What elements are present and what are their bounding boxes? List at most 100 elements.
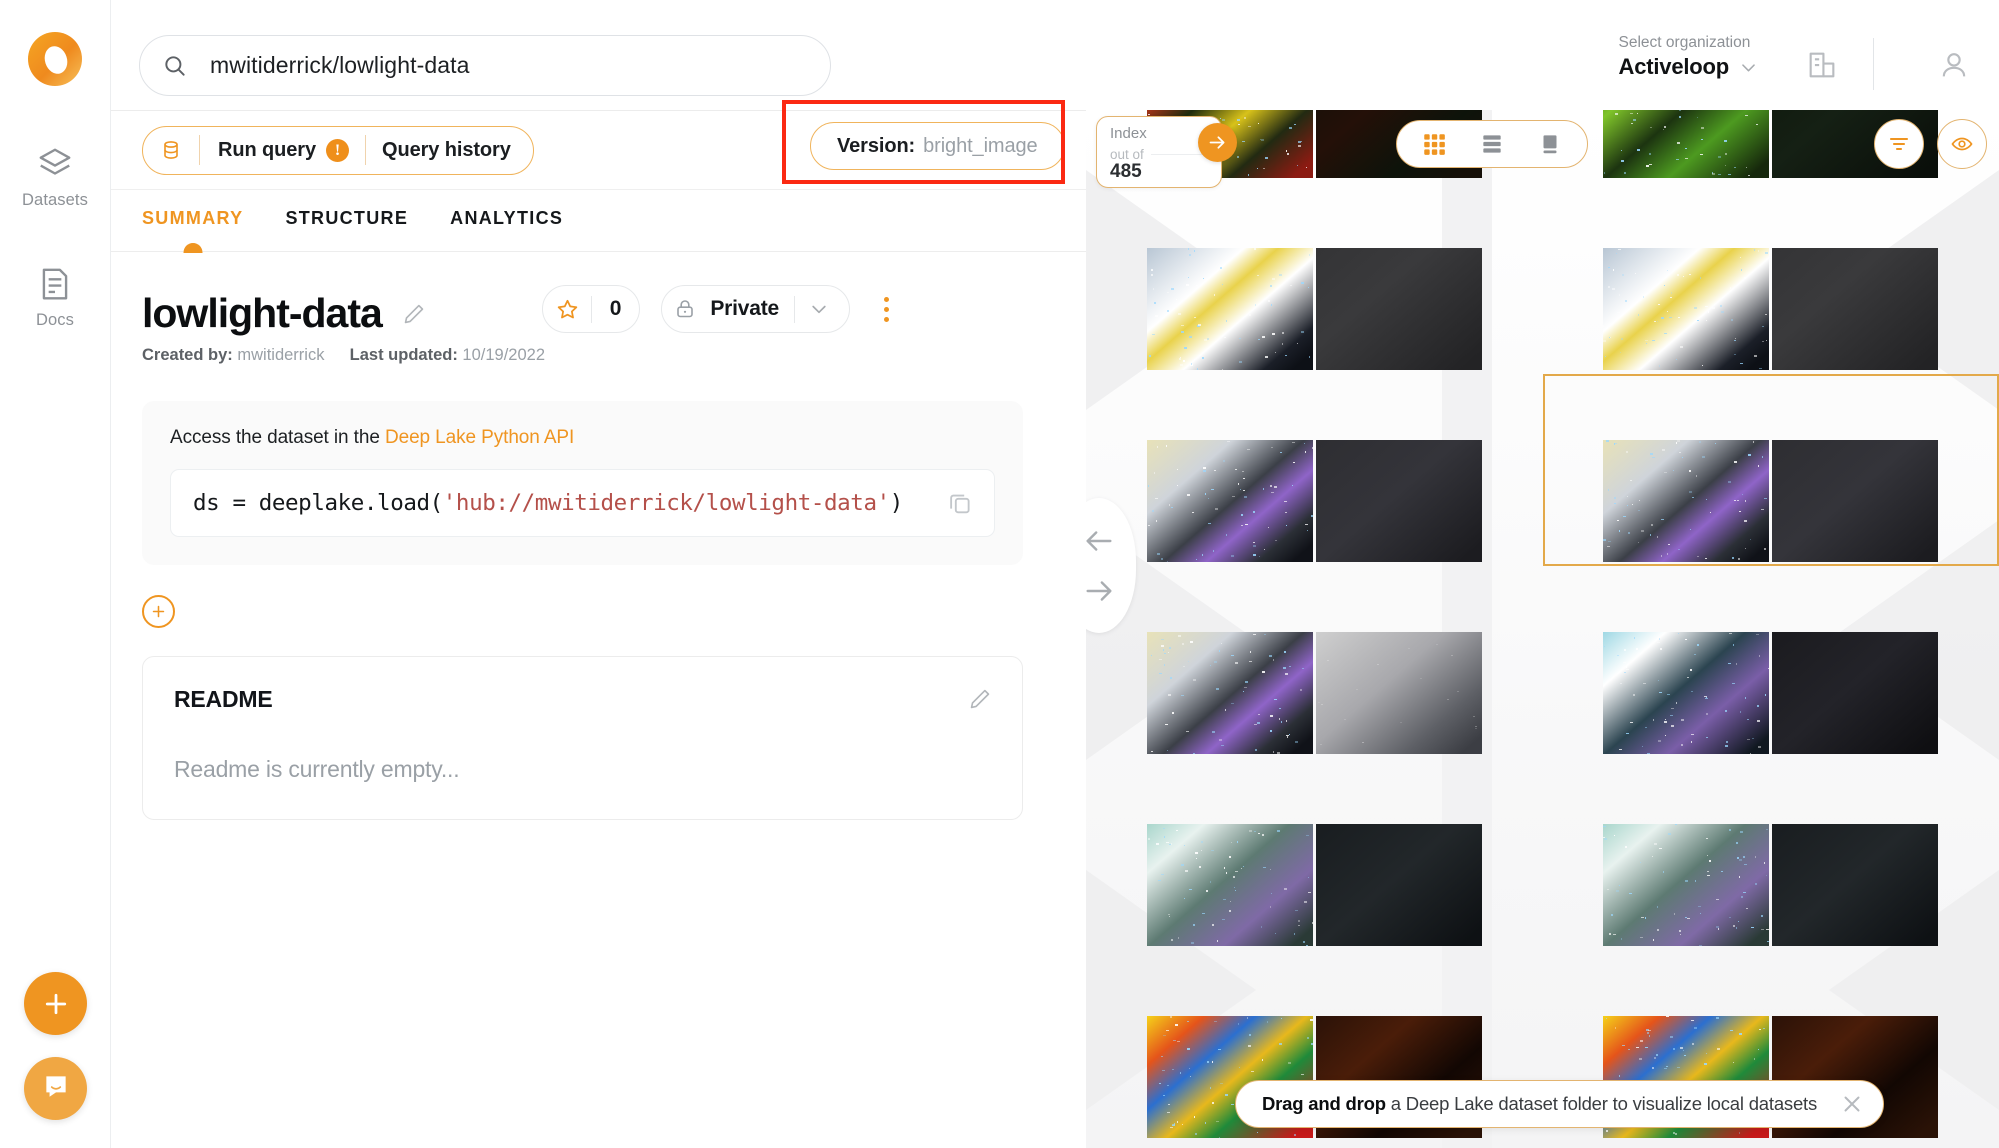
sample-cell[interactable]: View 1 View 2 (1086, 758, 1543, 950)
prev-page-arrow-left-icon[interactable] (1086, 524, 1116, 558)
index-badge[interactable]: Index out of 485 (1096, 116, 1222, 188)
dataset-meta: Created by: mwitiderrick Last updated: 1… (142, 346, 1086, 365)
sample-cell-inner: View 1 View 2 (1147, 440, 1482, 562)
tab-analytics[interactable]: ANALYTICS (450, 208, 563, 233)
close-icon[interactable] (1839, 1091, 1865, 1117)
sidebar-item-datasets[interactable]: Datasets (18, 145, 92, 209)
org-name: Activeloop (1619, 54, 1729, 80)
edit-readme-pencil-icon[interactable] (967, 686, 993, 712)
search-icon (162, 53, 188, 79)
code-string: 'hub://mwitiderrick/lowlight-data' (443, 490, 890, 516)
created-by-value: mwitiderrick (237, 346, 324, 364)
sample-thumbnail-right[interactable]: View 2 (1772, 440, 1938, 562)
code-prefix: ds = deeplake.load( (193, 490, 443, 516)
readme-card: README Readme is currently empty... (142, 656, 1023, 820)
edit-title-pencil-icon[interactable] (401, 301, 427, 327)
search-input[interactable]: mwitiderrick/lowlight-data (139, 35, 831, 96)
drag-drop-toast: Drag and drop a Deep Lake dataset folder… (1235, 1080, 1884, 1128)
sample-cell-inner: View 1 View 2 (1603, 824, 1938, 946)
version-value: bright_image (923, 135, 1037, 158)
sample-cell-inner: View 1 View 2 (1603, 632, 1938, 754)
user-avatar-icon[interactable] (1929, 40, 1979, 90)
sample-thumbnail-left[interactable]: View 1 (1603, 110, 1769, 178)
go-to-index-arrow-right-icon[interactable] (1198, 123, 1237, 162)
plus-circle-icon[interactable] (142, 595, 175, 628)
visibility-button[interactable]: Private (661, 285, 850, 333)
database-icon (143, 138, 199, 162)
query-toolbar: Run query ! Query history Version: brigh… (111, 111, 1086, 190)
star-count: 0 (592, 297, 640, 321)
sample-thumbnail-left[interactable]: View 1 (1603, 824, 1769, 946)
support-chat-button[interactable] (24, 1057, 87, 1120)
sample-cell[interactable]: View 1 View 2 (1086, 182, 1543, 374)
sample-thumbnail-right[interactable]: View 2 (1316, 824, 1482, 946)
left-sidebar: Datasets Docs (0, 0, 111, 1148)
sample-cell[interactable]: View 1 View 2 (1543, 374, 1999, 566)
chevron-down-icon[interactable] (795, 299, 843, 319)
query-pill[interactable]: Run query ! Query history (142, 126, 534, 175)
run-query-label: Run query (218, 139, 316, 162)
star-icon (543, 297, 591, 322)
single-panel-icon[interactable] (1535, 129, 1565, 159)
query-history-button[interactable]: Query history (366, 139, 533, 162)
top-header: mwitiderrick/lowlight-data Select organi… (111, 0, 1999, 110)
sample-cell[interactable]: View 1 View 2 (1543, 566, 1999, 758)
sample-cell[interactable]: View 1 View 2 (1543, 110, 1999, 182)
dataset-panel: Run query ! Query history Version: brigh… (111, 110, 1086, 1148)
sample-thumbnail-left[interactable]: View 1 (1603, 440, 1769, 562)
org-selector-label: Select organization (1619, 33, 1758, 52)
sidebar-item-label: Datasets (22, 192, 88, 209)
filter-icon[interactable] (1874, 119, 1924, 169)
sidebar-item-docs[interactable]: Docs (18, 265, 92, 329)
sample-grid: View 1 View 2 View 1 View 2 View 1 View … (1086, 110, 1999, 1142)
organization-building-icon[interactable] (1797, 40, 1847, 90)
next-page-arrow-right-icon[interactable] (1086, 574, 1116, 608)
sample-thumbnail-left[interactable]: View 1 (1147, 440, 1313, 562)
last-updated-value: 10/19/2022 (462, 346, 545, 364)
document-icon (36, 265, 74, 303)
code-snippet-box[interactable]: ds = deeplake.load('hub://mwitiderrick/l… (170, 469, 995, 537)
sample-thumbnail-right[interactable]: View 2 (1316, 440, 1482, 562)
kebab-menu-icon[interactable] (871, 289, 901, 329)
copy-icon[interactable] (946, 489, 974, 517)
last-updated-label: Last updated: (350, 346, 458, 364)
grid-icon[interactable] (1419, 129, 1449, 159)
sample-cell[interactable]: View 1 View 2 (1086, 566, 1543, 758)
access-text-prefix: Access the dataset in the (170, 427, 385, 448)
layers-icon (36, 145, 74, 183)
app-root: Datasets Docs mwitiderrick/lowlight-data… (0, 0, 1999, 1148)
dataset-actions: 0 Private (542, 285, 901, 333)
sample-cell[interactable]: View 1 View 2 (1543, 758, 1999, 950)
version-selector[interactable]: Version: bright_image (810, 122, 1065, 170)
sample-thumbnail-right[interactable]: View 2 (1316, 248, 1482, 370)
sample-total: 485 (1110, 161, 1209, 183)
list-icon[interactable] (1477, 129, 1507, 159)
sample-thumbnail-left[interactable]: View 1 (1603, 248, 1769, 370)
sample-thumbnail-right[interactable]: View 2 (1772, 248, 1938, 370)
access-dataset-card: Access the dataset in the Deep Lake Pyth… (142, 401, 1023, 565)
add-dataset-button[interactable] (24, 972, 87, 1035)
eye-visibility-icon[interactable] (1937, 119, 1987, 169)
tab-summary[interactable]: SUMMARY (142, 208, 243, 233)
toast-rest-text: a Deep Lake dataset folder to visualize … (1386, 1093, 1817, 1114)
access-instructions: Access the dataset in the Deep Lake Pyth… (170, 427, 995, 449)
activeloop-logo-icon[interactable] (25, 29, 85, 89)
tab-structure[interactable]: STRUCTURE (285, 208, 408, 233)
sample-cell[interactable]: View 1 View 2 (1086, 374, 1543, 566)
sample-thumbnail-left[interactable]: View 1 (1147, 248, 1313, 370)
sample-thumbnail-left[interactable]: View 1 (1147, 824, 1313, 946)
star-button[interactable]: 0 (542, 285, 640, 333)
sample-thumbnail-right[interactable]: View 2 (1316, 632, 1482, 754)
visibility-label: Private (708, 297, 794, 321)
index-label: Index (1110, 126, 1209, 143)
plus-icon (41, 989, 71, 1019)
sample-thumbnail-left[interactable]: View 1 (1603, 632, 1769, 754)
chat-bubble-icon (41, 1071, 71, 1106)
sample-thumbnail-right[interactable]: View 2 (1772, 824, 1938, 946)
sample-cell[interactable]: View 1 View 2 (1543, 182, 1999, 374)
org-selector[interactable]: Select organization Activeloop (1619, 33, 1758, 80)
sample-thumbnail-right[interactable]: View 2 (1772, 632, 1938, 754)
run-query-button[interactable]: Run query ! (200, 139, 365, 162)
deep-lake-api-link[interactable]: Deep Lake Python API (385, 427, 574, 448)
sample-thumbnail-left[interactable]: View 1 (1147, 632, 1313, 754)
